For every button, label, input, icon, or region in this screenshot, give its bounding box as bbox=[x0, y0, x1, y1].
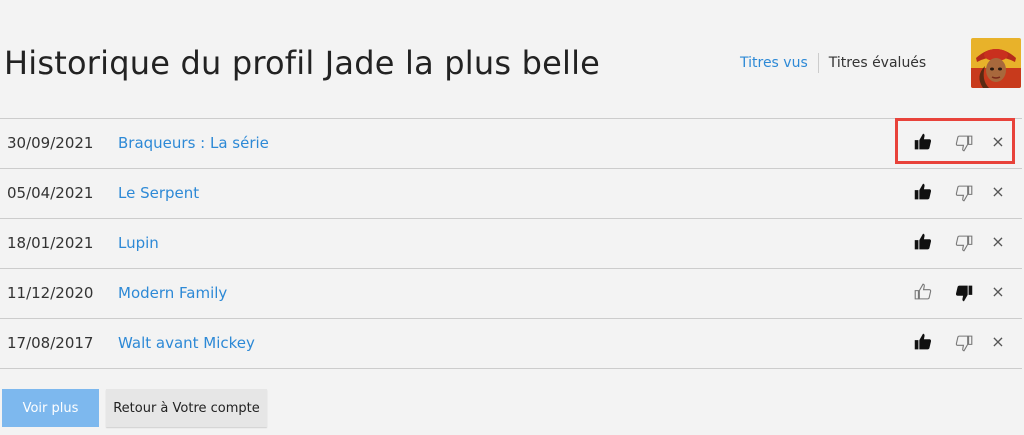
viewing-history-list: 30/09/2021 Braqueurs : La série × 05/04/202… bbox=[0, 118, 1022, 369]
history-row: 11/12/2020 Modern Family × bbox=[0, 269, 1022, 319]
history-title-link[interactable]: Braqueurs : La série bbox=[118, 134, 269, 152]
thumbs-down-icon[interactable] bbox=[953, 232, 975, 254]
close-icon[interactable]: × bbox=[990, 233, 1006, 251]
history-title-link[interactable]: Modern Family bbox=[118, 284, 227, 302]
page-title: Historique du profil Jade la plus belle bbox=[4, 44, 601, 82]
history-row: 18/01/2021 Lupin × bbox=[0, 219, 1022, 269]
close-icon[interactable]: × bbox=[990, 283, 1006, 301]
history-row: 05/04/2021 Le Serpent × bbox=[0, 169, 1022, 219]
history-row: 30/09/2021 Braqueurs : La série × bbox=[0, 119, 1022, 169]
close-icon[interactable]: × bbox=[990, 133, 1006, 151]
thumbs-down-icon[interactable] bbox=[953, 282, 975, 304]
see-more-button[interactable]: Voir plus bbox=[2, 389, 99, 427]
thumbs-up-icon[interactable] bbox=[912, 131, 934, 153]
history-date: 05/04/2021 bbox=[7, 184, 94, 202]
thumbs-up-icon[interactable] bbox=[912, 181, 934, 203]
close-icon[interactable]: × bbox=[990, 183, 1006, 201]
history-title-link[interactable]: Le Serpent bbox=[118, 184, 199, 202]
tab-viewed-titles[interactable]: Titres vus bbox=[740, 55, 818, 71]
tab-rated-titles[interactable]: Titres évalués bbox=[819, 55, 926, 71]
profile-avatar[interactable] bbox=[971, 38, 1021, 88]
history-date: 17/08/2017 bbox=[7, 334, 94, 352]
history-row: 17/08/2017 Walt avant Mickey × bbox=[0, 319, 1022, 369]
back-to-account-button[interactable]: Retour à Votre compte bbox=[106, 389, 267, 427]
history-date: 11/12/2020 bbox=[7, 284, 94, 302]
history-title-link[interactable]: Lupin bbox=[118, 234, 159, 252]
thumbs-up-icon[interactable] bbox=[912, 231, 934, 253]
thumbs-up-icon[interactable] bbox=[912, 331, 934, 353]
thumbs-down-icon[interactable] bbox=[953, 132, 975, 154]
history-date: 30/09/2021 bbox=[7, 134, 94, 152]
close-icon[interactable]: × bbox=[990, 333, 1006, 351]
thumbs-down-icon[interactable] bbox=[953, 332, 975, 354]
history-date: 18/01/2021 bbox=[7, 234, 94, 252]
thumbs-down-icon[interactable] bbox=[953, 182, 975, 204]
history-title-link[interactable]: Walt avant Mickey bbox=[118, 334, 255, 352]
thumbs-up-icon[interactable] bbox=[912, 281, 934, 303]
view-tabs: Titres vus Titres évalués bbox=[740, 53, 926, 73]
